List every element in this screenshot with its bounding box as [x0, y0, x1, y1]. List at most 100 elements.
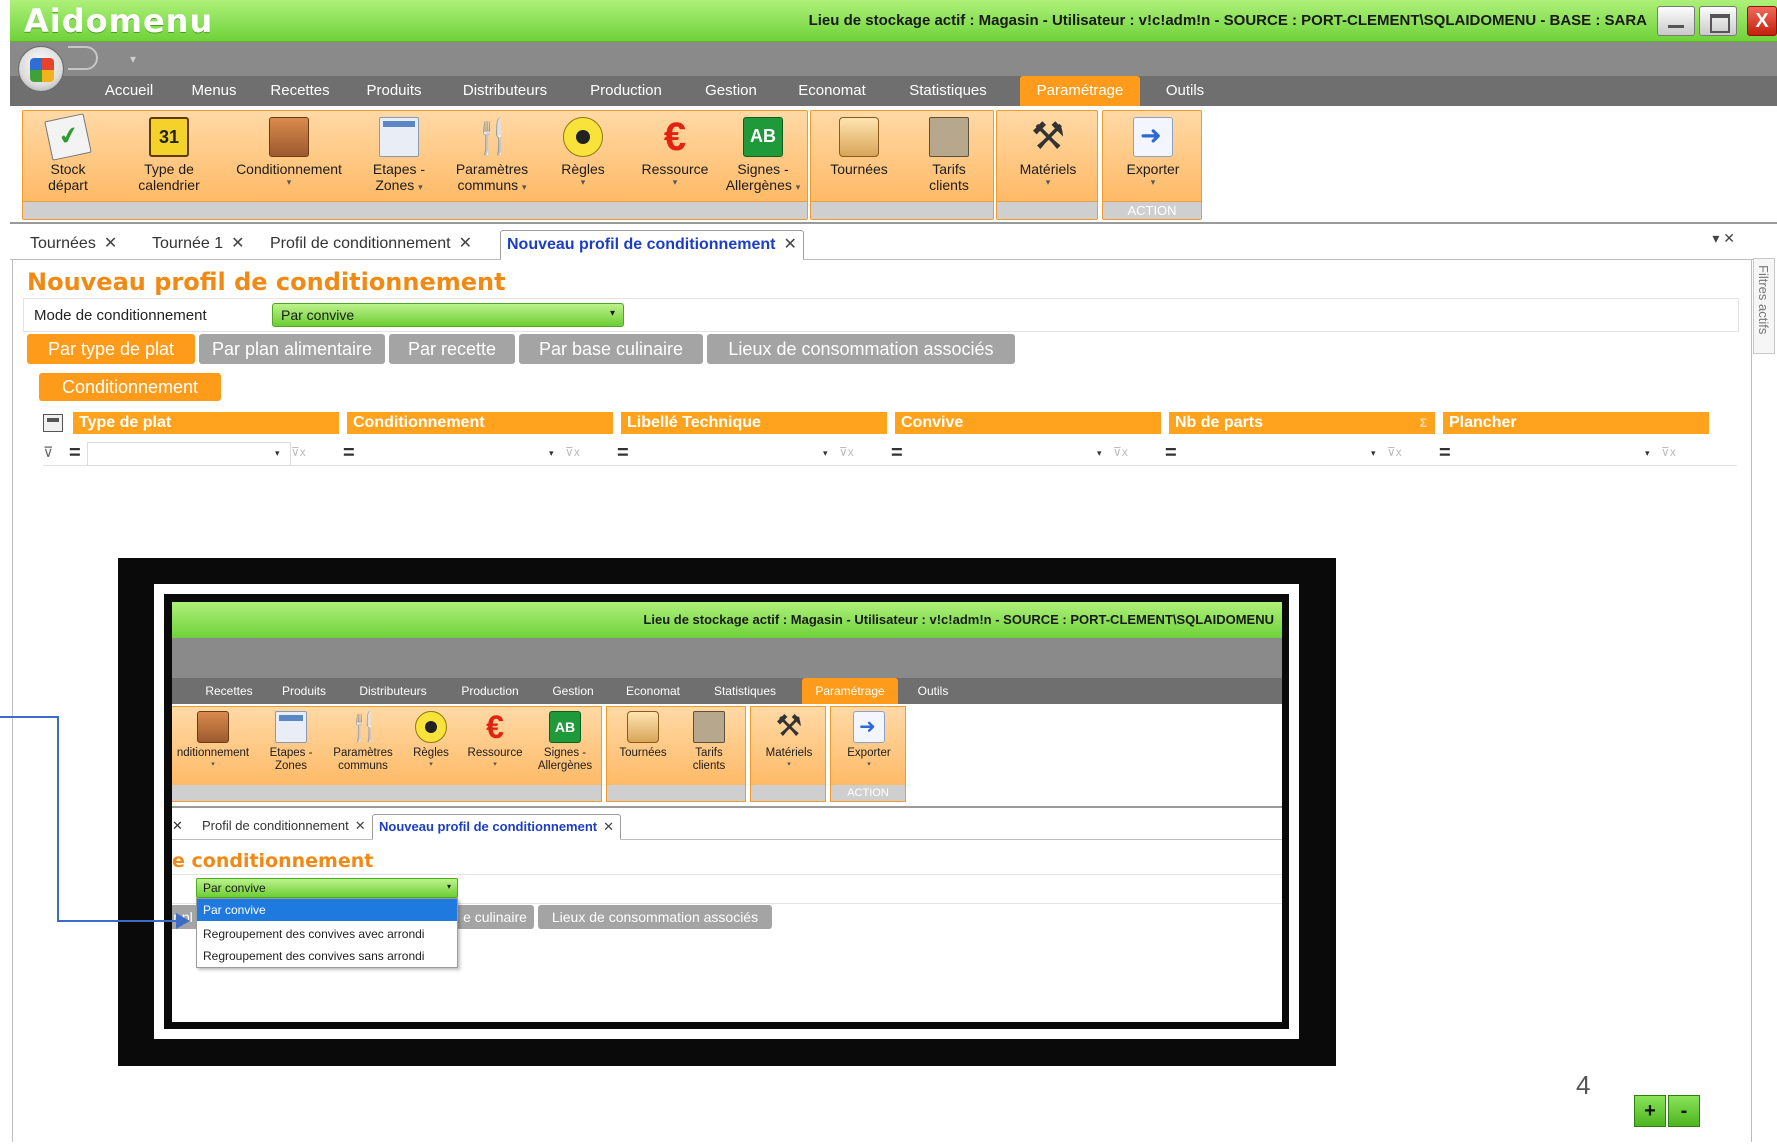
column-type-de-plat[interactable]: Type de plat — [73, 412, 339, 434]
column-plancher[interactable]: Plancher — [1443, 412, 1709, 434]
quick-access-dropdown-icon[interactable]: ▾ — [130, 52, 136, 66]
filter-type-de-plat[interactable]: = ▾ ⊽x — [65, 442, 317, 466]
tab-profil-conditionnement[interactable]: Profil de conditionnement ✕ — [264, 230, 478, 260]
clear-filter-icon[interactable]: ⊽x — [565, 445, 580, 459]
zoom-in-button[interactable]: + — [1634, 1095, 1666, 1127]
clear-filter-icon[interactable]: ⊽x — [291, 445, 306, 459]
title-info: Lieu de stockage actif : Magasin - Utili… — [808, 12, 1647, 29]
column-convive[interactable]: Convive — [895, 412, 1161, 434]
organic-label-icon: AB — [743, 117, 783, 157]
clear-filter-icon[interactable]: ⊽x — [1661, 445, 1676, 459]
stock-check-icon — [44, 113, 92, 161]
chevron-down-icon[interactable]: ▾ — [1371, 448, 1376, 459]
menu-economat[interactable]: Economat — [778, 76, 886, 106]
clear-filter-icon[interactable]: ⊽x — [1387, 445, 1402, 459]
chevron-down-icon[interactable]: ▾ — [275, 448, 280, 459]
filter-nb-de-parts[interactable]: = ▾ ⊽x — [1161, 442, 1413, 466]
clear-filter-icon[interactable]: ⊽x — [1113, 445, 1128, 459]
column-conditionnement[interactable]: Conditionnement — [347, 412, 613, 434]
cutlery-icon: 🍴 — [472, 118, 515, 156]
menu-recettes[interactable]: Recettes — [254, 76, 346, 106]
app-orb-button[interactable] — [18, 46, 64, 92]
menu-statistiques[interactable]: Statistiques — [886, 76, 1010, 106]
option-par-convive[interactable]: Par convive — [197, 899, 457, 921]
exporter-button[interactable]: Exporter ▾ — [1109, 117, 1197, 187]
filter-conditionnement[interactable]: = ▾ ⊽x — [339, 442, 591, 466]
menu-production[interactable]: Production — [568, 76, 684, 106]
option-regroupement-sans-arrondi[interactable]: Regroupement des convives sans arrondi — [197, 945, 457, 967]
zoom-mode-select: Par convive ▾ — [196, 878, 458, 898]
menu-outils[interactable]: Outils — [1144, 76, 1226, 106]
zoom-menu-bar: Recettes Produits Distributeurs Producti… — [172, 678, 1282, 704]
mode-row: Mode de conditionnement Par convive ▾ — [23, 298, 1739, 332]
close-window-button[interactable]: X — [1747, 6, 1777, 36]
close-tab-icon[interactable]: ✕ — [783, 236, 796, 253]
ressource-button[interactable]: € Ressource ▾ — [635, 117, 715, 187]
materiels-button[interactable]: ⚒ Matériels ▾ — [1003, 117, 1093, 187]
tarifs-clients-button[interactable]: Tarifs clients — [909, 117, 989, 193]
chevron-down-icon[interactable]: ▾ — [1645, 448, 1650, 459]
regles-button[interactable]: Règles ▾ — [553, 117, 613, 187]
close-tab-icon[interactable]: ✕ — [459, 235, 472, 252]
close-tab-icon[interactable]: ✕ — [104, 235, 117, 252]
chevron-down-icon: ▾ — [446, 882, 451, 891]
filter-plancher[interactable]: = ▾ ⊽x — [1435, 442, 1687, 466]
minimize-button[interactable] — [1657, 6, 1695, 36]
menu-bar: Accueil Menus Recettes Produits Distribu… — [10, 76, 1777, 106]
filter-icon[interactable]: ⊽ — [43, 444, 53, 461]
menu-gestion[interactable]: Gestion — [684, 76, 778, 106]
rules-icon — [415, 711, 447, 743]
subtab-par-base-culinaire[interactable]: Par base culinaire — [519, 334, 703, 364]
app-name: Aidomenu — [24, 2, 214, 40]
pane-controls[interactable]: ▾ ✕ — [1712, 230, 1735, 247]
maximize-button[interactable] — [1699, 6, 1737, 36]
menu-parametrage[interactable]: Paramétrage — [1020, 76, 1140, 106]
chevron-down-icon[interactable]: ▾ — [1097, 448, 1102, 459]
chevron-down-icon: ▾ — [609, 308, 615, 319]
menu-distributeurs[interactable]: Distributeurs — [442, 76, 568, 106]
type-calendrier-button[interactable]: 31 Type de calendrier — [127, 117, 211, 193]
clear-filter-icon[interactable]: ⊽x — [839, 445, 854, 459]
truck-icon — [627, 711, 659, 743]
chevron-down-icon: ▾ — [795, 182, 801, 192]
parametres-communs-button[interactable]: 🍴 Paramètres communs ▾ — [447, 117, 537, 193]
menu-menus[interactable]: Menus — [174, 76, 254, 106]
conditionnement-section-button[interactable]: Conditionnement — [39, 373, 221, 401]
subtab-par-plan-alimentaire[interactable]: Par plan alimentaire — [199, 334, 385, 364]
subtab-par-recette[interactable]: Par recette — [389, 334, 515, 364]
tab-tournees[interactable]: Tournées ✕ — [24, 230, 123, 260]
active-filters-panel[interactable]: Filtres actifs — [1753, 258, 1775, 354]
chevron-down-icon[interactable]: ▾ — [823, 448, 828, 459]
column-chooser-icon[interactable] — [43, 414, 63, 432]
chevron-down-icon[interactable]: ▾ — [549, 448, 554, 459]
subtab-par-type-de-plat[interactable]: Par type de plat — [27, 334, 195, 364]
filter-libelle-technique[interactable]: = ▾ ⊽x — [613, 442, 865, 466]
signes-allergenes-button[interactable]: AB Signes - Allergènes ▾ — [721, 117, 805, 193]
option-regroupement-avec-arrondi[interactable]: Regroupement des convives avec arrondi — [197, 923, 457, 945]
etapes-zones-button[interactable]: Etapes - Zones ▾ — [367, 117, 431, 193]
tools-icon: ⚒ — [775, 710, 803, 743]
zoom-out-button[interactable]: - — [1668, 1095, 1700, 1127]
chevron-down-icon: ▾ — [286, 177, 292, 187]
tab-nouveau-profil[interactable]: Nouveau profil de conditionnement ✕ — [500, 230, 804, 260]
page-number: 4 — [1576, 1070, 1591, 1100]
filter-convive[interactable]: = ▾ ⊽x — [887, 442, 1139, 466]
zoom-inset-screenshot: Lieu de stockage actif : Magasin - Utili… — [172, 602, 1282, 1022]
subtab-lieux-consommation[interactable]: Lieux de consommation associés — [707, 334, 1015, 364]
conditionnement-button[interactable]: Conditionnement ▾ — [227, 117, 351, 187]
zoom-mode-dropdown-list: Par convive Regroupement des convives av… — [196, 898, 458, 968]
zoom-inset-frame: Lieu de stockage actif : Magasin - Utili… — [118, 558, 1336, 1066]
zoom-ribbon: nditionnement ▾ Etapes - Zones 🍴 Paramèt… — [172, 704, 1282, 808]
menu-accueil[interactable]: Accueil — [84, 76, 174, 106]
export-icon — [1133, 117, 1173, 157]
action-group-label: ACTION — [1103, 201, 1201, 219]
column-nb-de-parts[interactable]: Nb de parts Σ — [1169, 412, 1435, 434]
column-libelle-technique[interactable]: Libellé Technique — [621, 412, 887, 434]
menu-produits[interactable]: Produits — [346, 76, 442, 106]
grid-filter-row: ⊽ = ▾ ⊽x = ▾ ⊽x = ▾ ⊽x = ▾ ⊽x = ▾ ⊽x = ▾… — [43, 440, 1737, 466]
tab-tournee-1[interactable]: Tournée 1 ✕ — [146, 230, 251, 260]
close-tab-icon[interactable]: ✕ — [231, 235, 244, 252]
stock-depart-button[interactable]: Stock départ — [33, 113, 103, 193]
tournees-button[interactable]: Tournées — [819, 117, 899, 177]
mode-select[interactable]: Par convive ▾ — [272, 303, 624, 327]
